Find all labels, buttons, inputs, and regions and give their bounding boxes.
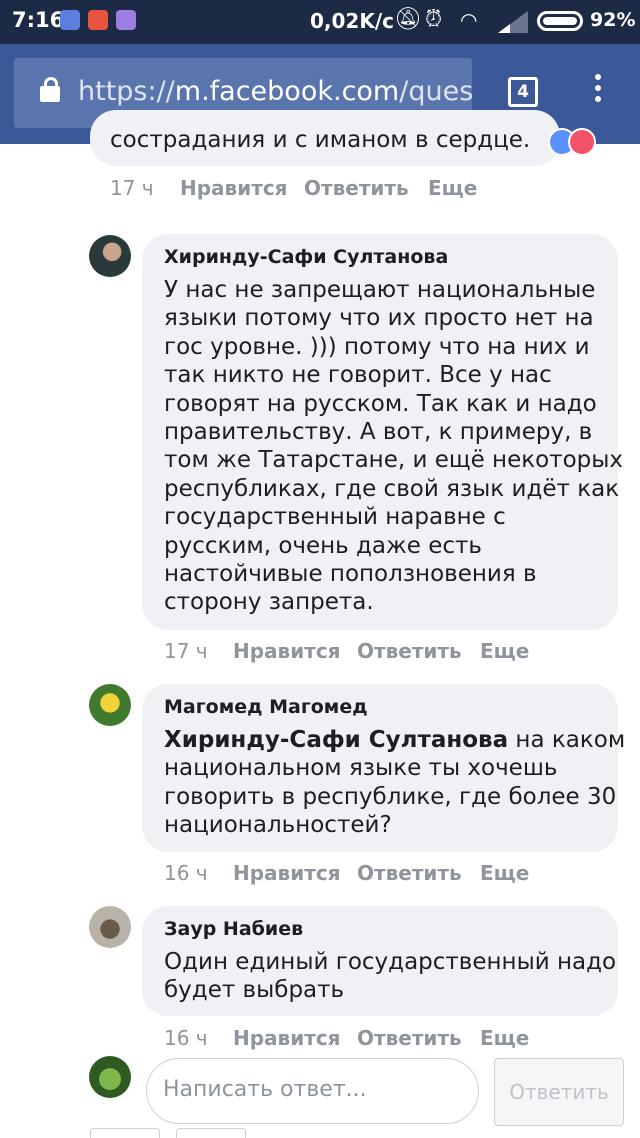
text-line: языки потому что их просто нет на [164,305,594,332]
text-line: настойчивые поползновения в [164,561,537,588]
comment-actions: 16 ч Нравится Ответить Еще [164,861,564,887]
text-line: республиках, где свой язык идёт как [164,475,620,502]
like-button[interactable]: Нравится [233,1026,341,1050]
network-speed: 0,02K/c [310,9,395,33]
battery-percent: 92% [590,9,636,31]
comment-text: Один единый государственный надо будет в… [164,948,616,1005]
text-line: Хиринду-Сафи Султанова на каком [164,726,625,754]
current-user-avatar [89,1056,131,1098]
comment-author[interactable]: Хиринду-Сафи Султанова [164,246,448,268]
signal-icon [498,11,528,33]
comment-bubble: Хиринду-Сафи Султанова У нас не запрещаю… [142,234,623,630]
submit-reply-label: Ответить [509,1080,609,1104]
lock-icon [40,77,60,102]
gallery-icon [116,10,136,30]
comment-text: Хиринду-Сафи Султанова на каком национал… [164,726,625,840]
mute-icon: 🔕︎ [394,7,422,32]
comment-actions: 16 ч Нравится Ответить Еще [164,1026,564,1052]
comment-text: сострадания и с иманом в сердце. [110,127,531,153]
text-line: правительству. А вот, к примеру, в [164,419,593,446]
comment-bubble: Магомед Магомед Хиринду-Сафи Султанова н… [142,684,625,852]
text-line: русским, очень даже есть [164,532,482,559]
text-line: национальном языке ты хочешь [164,755,558,782]
text-line: том же Татарстане, и ещё некоторых [164,447,624,474]
text-line: гос уровне. ))) потому что на них и [164,333,590,360]
text-line: Один единый государственный надо [164,949,617,975]
reply-button[interactable]: Ответить [357,639,462,663]
like-button[interactable]: Нравится [180,176,288,200]
url-path: /ques [399,76,472,107]
more-button[interactable]: Еще [480,1026,529,1050]
comment-author[interactable]: Магомед Магомед [164,696,368,718]
text-line: У нас не запрещают национальные [164,277,596,303]
reply-input[interactable]: Написать ответ... [146,1058,479,1124]
more-button[interactable]: Еще [428,176,477,200]
comment-bubble: Заур Набиев Один единый государственный … [142,906,618,1016]
mention-link[interactable]: Хиринду-Сафи Султанова [164,727,508,753]
reply-button[interactable]: Ответить [304,176,409,200]
comment-author[interactable]: Заур Набиев [164,918,303,940]
status-bar: 7:16 0,02K/c 🔕︎ ⏰︎ ◠ 92% [0,0,640,44]
text-line: сторону запрета. [164,589,374,616]
comment-time: 16 ч [164,1026,208,1050]
more-button[interactable]: Еще [480,639,529,663]
text-line: будет выбрать [164,977,345,1004]
tabs-button[interactable]: 4 [508,77,538,107]
bottom-button-partial[interactable] [90,1128,160,1138]
battery-icon [537,11,583,31]
url-scheme: https:// [78,76,175,107]
comment-time: 17 ч [110,176,154,200]
wifi-icon: ◠ [460,8,478,32]
reply-button[interactable]: Ответить [357,1026,462,1050]
clock: 7:16 [12,8,65,32]
comment-actions: 17 ч Нравится Ответить Еще [110,176,510,202]
comment-text: У нас не запрещают национальные языки по… [164,276,623,617]
comment-time: 17 ч [164,639,208,663]
submit-reply-button[interactable]: Ответить [494,1058,624,1126]
text-line: государственный наравне с [164,504,506,531]
avatar[interactable] [89,906,131,948]
text-line: говорить в республике, где более 30 [164,783,617,810]
comment-bubble-cut: сострадания и с иманом в сердце. [90,110,560,166]
avatar[interactable] [89,684,131,726]
reply-button[interactable]: Ответить [357,861,462,885]
messenger-icon [60,10,80,30]
text-line: так никто не говорит. Все у нас [164,362,552,389]
like-button[interactable]: Нравится [233,861,341,885]
love-reaction-icon [568,128,596,156]
like-button[interactable]: Нравится [233,639,341,663]
more-button[interactable]: Еще [480,861,529,885]
aliexpress-icon [88,10,108,30]
bottom-button-partial[interactable] [176,1128,246,1138]
comment-actions: 17 ч Нравится Ответить Еще [164,639,564,665]
alarm-icon: ⏰︎ [425,7,443,32]
url-text: https://m.facebook.com/ques [78,76,472,107]
text-fragment: на каком [508,727,626,753]
menu-dots-icon[interactable] [588,74,608,114]
text-line: национальностей? [164,812,392,839]
avatar[interactable] [89,235,131,277]
reply-placeholder: Написать ответ... [163,1077,367,1102]
text-line: говорят на русском. Так как и надо [164,390,597,417]
comment-time: 16 ч [164,861,208,885]
reaction-icons [548,128,604,158]
url-host: m.facebook.com [174,76,400,107]
